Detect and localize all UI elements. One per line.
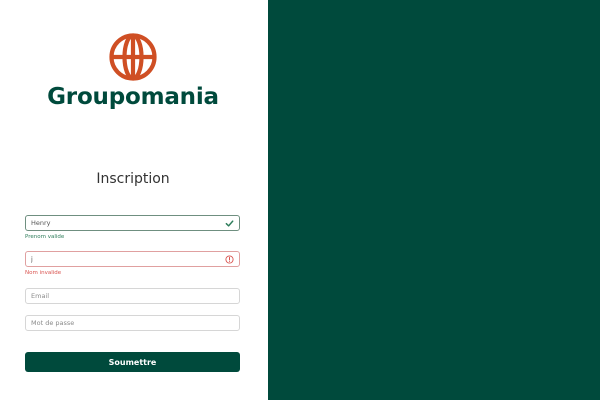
lastname-feedback: Nom invalide: [25, 270, 62, 276]
check-icon: [225, 219, 234, 228]
lastname-value: j: [31, 255, 33, 263]
signup-panel: Groupomania Inscription Henry Prenom val…: [0, 0, 268, 400]
submit-button[interactable]: Soumettre: [25, 352, 240, 372]
firstname-feedback: Prenom valide: [25, 234, 65, 240]
decorative-panel: [268, 0, 600, 400]
signup-page: Groupomania Inscription Henry Prenom val…: [0, 0, 600, 400]
password-input[interactable]: Mot de passe: [25, 315, 240, 331]
alert-circle-icon: [225, 254, 234, 264]
firstname-value: Henry: [31, 219, 51, 227]
email-input[interactable]: Email: [25, 288, 240, 304]
lastname-input[interactable]: j: [25, 251, 240, 267]
brand-name: Groupomania: [47, 84, 219, 110]
globe-logo-icon: [108, 32, 158, 82]
email-placeholder: Email: [31, 292, 50, 300]
password-placeholder: Mot de passe: [31, 319, 75, 327]
form-title: Inscription: [96, 171, 170, 187]
firstname-input[interactable]: Henry: [25, 215, 240, 231]
